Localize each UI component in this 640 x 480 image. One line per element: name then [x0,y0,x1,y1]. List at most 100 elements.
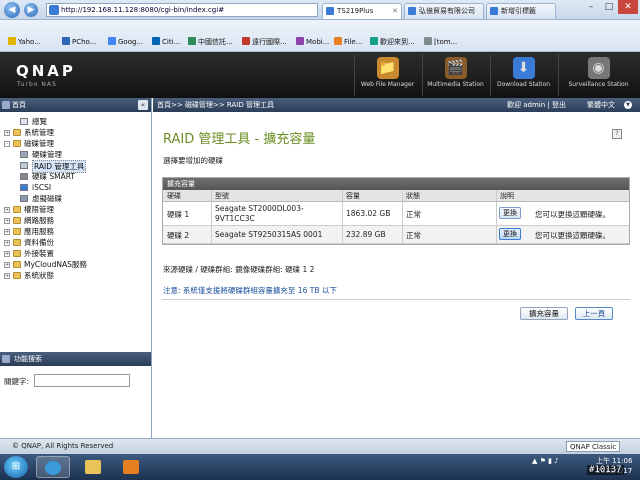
expand-icon[interactable]: + [4,207,10,213]
search-icon [2,355,10,363]
close-icon[interactable]: ✕ [392,4,398,18]
back-button[interactable]: 上一頁 [575,307,613,320]
favorite-item[interactable]: 歡迎來到... [370,37,415,47]
sidebar-item-label: 網路服務 [24,216,54,225]
language-select[interactable]: 繁體中文 [587,98,615,112]
theme-select[interactable]: QNAP Classic [566,441,621,452]
favorite-item[interactable]: [tom... [424,37,457,46]
site-icon [49,5,59,15]
copyright: © QNAP, All Rights Reserved [12,442,114,450]
taskbar-ie-button[interactable] [36,456,70,478]
tab-favicon-icon [490,7,498,15]
sidebar-item[interactable]: + 資料備份 [0,237,151,248]
sidebar-item[interactable]: 總覽 [0,116,151,127]
expand-capacity-button[interactable]: 擴充容量 [520,307,568,320]
download-station-button[interactable]: ⬇ Download Station [490,54,556,96]
favorite-item[interactable]: Yaho... [8,37,41,46]
welcome-logout[interactable]: 歡迎 admin | 登出 [507,98,566,112]
tab-ts219plus[interactable]: TS219Plus ✕ [322,3,402,19]
sidebar-item[interactable]: + 外接裝置 [0,248,151,259]
folder-icon [13,239,21,246]
model-cell: Seagate ST9250315AS 0001 [215,230,323,239]
sidebar-item-label: 資料備份 [24,238,54,247]
browser-address-bar: ◀ ▶ http://192.168.11.128:8080/cgi-bin/i… [0,0,640,20]
taskbar-media-button[interactable] [114,456,148,478]
expand-icon[interactable]: + [4,130,10,136]
favorite-item[interactable]: Citi... [152,37,180,46]
table-row: 硬碟 2 Seagate ST9250315AS 0001 232.89 GB … [163,226,629,244]
url-input[interactable]: http://192.168.11.128:8080/cgi-bin/index… [46,3,318,17]
column-header: 狀態 [406,192,420,200]
disk-cell: 硬碟 2 [167,231,190,240]
sidebar-item[interactable]: 硬碟 SMART [0,171,151,182]
favorite-item[interactable]: 中國信託... [188,37,233,47]
note-cell: 您可以更換這顆硬碟。 [535,231,610,240]
maximize-icon[interactable]: □ [600,0,618,14]
help-icon[interactable]: ? [612,129,622,139]
sidebar-item[interactable]: 硬碟管理 [0,149,151,160]
multimedia-station-button[interactable]: 🎬 Multimedia Station [422,54,488,96]
sidebar-item-label: 總覽 [32,117,47,126]
replace-disk1-button[interactable]: 更換 [499,207,521,219]
sidebar-item[interactable]: - 磁碟管理 [0,138,151,149]
favorite-item[interactable]: 遠行國際... [242,37,287,47]
column-header: 容量 [346,192,360,200]
favorite-item[interactable]: File... [334,37,362,46]
favorite-item[interactable]: PCho... [62,37,96,46]
home-icon [2,101,10,109]
sidebar-item[interactable]: iSCSI [0,182,151,193]
search-label: 關鍵字: [4,377,30,386]
web-file-manager-button[interactable]: 📁 Web File Manager [354,54,420,96]
instruction-text: 選擇要增加的硬碟 [163,156,223,165]
model-cell-line2: 9VT1CC3C [215,214,255,223]
disk-table: 擴充容量 硬碟 型號 容量 狀態 說明 硬碟 1 Seagate ST2000D… [162,177,630,245]
sidebar: 首頁 « 總覽 + 系統管理 - 磁碟管理 硬碟管理 RAID 管理工具 硬碟 SMART iS… [0,98,152,438]
bookmark-icon [334,37,342,45]
expand-icon[interactable]: + [4,229,10,235]
replace-disk2-button[interactable]: 更換 [499,228,521,240]
sidebar-item[interactable]: 虛擬磁碟 [0,193,151,204]
start-button[interactable]: ⊞ [4,456,28,478]
surveillance-station-button[interactable]: ◉ Surveillance Station [558,54,638,96]
taskbar-explorer-button[interactable] [76,456,110,478]
folder-icon [13,140,21,147]
column-header: 硬碟 [167,192,181,200]
status-cell: 正常 [406,231,421,240]
sidebar-item[interactable]: + 應用服務 [0,226,151,237]
iscsi-icon [20,184,28,191]
expand-icon[interactable]: + [4,251,10,257]
sidebar-item[interactable]: + 系統管理 [0,127,151,138]
collapse-icon[interactable]: « [138,100,148,110]
minimize-icon[interactable]: – [582,0,600,14]
sidebar-item[interactable]: + 網路服務 [0,215,151,226]
tray-icons[interactable]: ▲ ⚑ ▮ ♪ [532,457,559,465]
folder-icon [13,217,21,224]
tab-company[interactable]: 弘億貿易有限公司 [404,3,484,19]
chevron-down-icon[interactable]: ▼ [624,101,632,109]
favorite-item[interactable]: Mobi... [296,37,329,46]
sidebar-item[interactable]: + 系統狀態 [0,270,151,281]
folder-icon [13,228,21,235]
tab-new[interactable]: 新增引標籤 [486,3,556,19]
sidebar-item[interactable]: + MyCloudNAS服務 [0,259,151,270]
collapse-tree-icon[interactable]: - [4,141,10,147]
capacity-note: 注意: 系統僅支援將硬碟群組容量擴充至 16 TB 以下 [163,285,337,296]
sidebar-item[interactable]: + 權限管理 [0,204,151,215]
window-close-icon[interactable]: ✕ [618,0,638,14]
favorite-item[interactable]: Goog... [108,37,143,46]
search-input[interactable] [34,374,130,387]
search-row: 關鍵字: [0,366,151,392]
sidebar-item[interactable]: RAID 管理工具 [0,160,151,173]
expand-icon[interactable]: + [4,218,10,224]
download-icon: ⬇ [512,57,535,79]
expand-icon[interactable]: + [4,240,10,246]
breadcrumb[interactable]: 首頁>> 磁碟管理>> RAID 管理工具 [157,98,274,112]
forward-arrow-icon[interactable]: ▶ [24,3,38,17]
sidebar-item-label: 應用服務 [24,227,54,236]
expand-icon[interactable]: + [4,273,10,279]
camera-icon: ◉ [587,57,610,79]
expand-icon[interactable]: + [4,262,10,268]
tab-favicon-icon [408,7,416,15]
disk-cell: 硬碟 1 [167,210,190,219]
back-arrow-icon[interactable]: ◀ [4,2,20,18]
